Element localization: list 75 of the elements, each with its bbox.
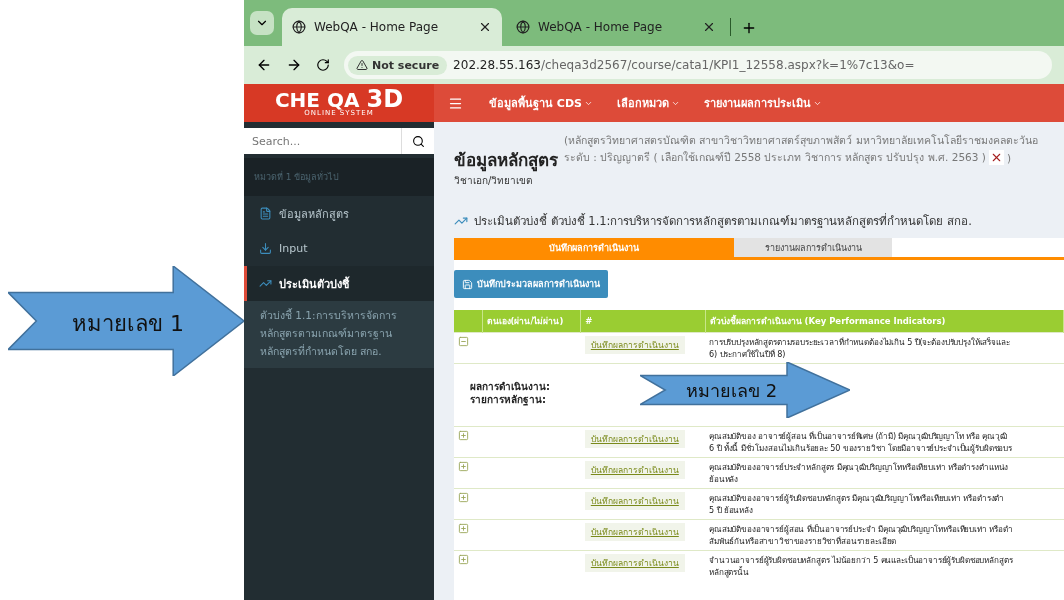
kpi-text: 6 ปี ทั้งนี้ มีชั่วโมงสอนไม่เกินร้อยละ 50 ของรายวิชา โดยมีอาจารย์ประจำเป็นผู้รับผิดชอบร: [709, 441, 1013, 454]
course-level: ระดับ : ปริญญาตรี ( เลือกใช้เกณฑ์ปี 2558 ประเภท วิชาการ หลักสูตร ปรับปรุง พ.ศ. 2563 ): [564, 150, 986, 166]
forward-button[interactable]: [286, 57, 302, 73]
tab-list-button[interactable]: [250, 11, 274, 35]
record-link[interactable]: บันทึกผลการดำเนินงาน: [584, 429, 685, 448]
bracket-text: ): [1006, 151, 1011, 164]
kpi-text: ย้อนหลัง: [709, 473, 740, 485]
section-header: หมวดที่ 1 ข้อมูลทั่วไป: [244, 158, 434, 196]
security-chip[interactable]: Not secure: [348, 55, 448, 75]
reload-icon: [316, 58, 330, 72]
kpi-text: 6) ประกาศใช้ในปีที่ 8): [709, 347, 786, 360]
kpi-text: คุณสมบัติของอาจารย์ผู้สอน ที่เป็นอาจารย์ประจำ มีคุณวุฒิปริญญาโทหรือเทียบเท่า หรือดำ: [709, 522, 1014, 535]
sidebar-item[interactable]: ข้อมูลหลักสูตร: [244, 196, 434, 231]
page-subtitle: วิชาเอก/วิทยาเขต: [454, 174, 534, 188]
record-link[interactable]: บันทึกผลการดำเนินงาน: [584, 491, 685, 510]
back-icon: [256, 57, 272, 73]
plus-icon: [458, 553, 469, 565]
plus-icon: [458, 460, 469, 472]
sidebar-item[interactable]: Input: [244, 231, 434, 266]
column-header: ตนเอง(ผ่าน/ไม่ผ่าน): [482, 310, 581, 332]
new-tab-button[interactable]: [741, 20, 757, 36]
kpi-text: คุณสมบัติของ อาจารย์ผู้สอน ที่เป็นอาจารย์พิเศษ (ถ้ามี) มีคุณวุฒิปริญญาโท หรือ คุณวุฒิ: [709, 429, 1008, 442]
process-button[interactable]: บันทึกประมวลผลการดำเนินงาน: [454, 270, 608, 298]
nav-menu[interactable]: เลือกหมวด: [604, 94, 692, 112]
kpi-text: การปรับปรุงหลักสูตรตามรอบระยะเวลาที่กำหนดต้องไม่เกิน 5 ปี(จะต้องปรับปรุงให้เสร็จและ: [709, 335, 1011, 348]
warning-icon: [356, 59, 368, 71]
chart-icon: [259, 277, 272, 290]
detail-label: รายการหลักฐาน:: [470, 392, 546, 406]
record-link[interactable]: บันทึกผลการดำเนินงาน: [584, 460, 685, 479]
search-button[interactable]: [401, 128, 434, 154]
section-heading: ประเมินตัวบ่งชี้ ตัวบ่งชี้ 1.1:การบริหารจัดการหลักสูตรตามเกณฑ์มาตรฐานหลักสูตรที่กำหนดโดย สกอ.: [474, 212, 972, 230]
page-tab[interactable]: รายงานผลการดำเนินงาน: [734, 238, 892, 257]
page-title: ข้อมูลหลักสูตร: [454, 149, 558, 173]
record-link[interactable]: บันทึกผลการดำเนินงาน: [584, 522, 685, 541]
document-icon: [259, 207, 272, 220]
plus-icon: [741, 20, 757, 36]
plus-icon: [458, 522, 469, 534]
close-icon[interactable]: [478, 20, 492, 34]
plus-icon: [458, 491, 469, 503]
callout-label: หมายเลข 2: [686, 379, 778, 403]
course-info: (หลักสูตรวิทยาศาสตรบัณฑิต สาขาวิชาวิทยาศาสตร์สุขภาพสัตว์ มหาวิทยาลัยเทคโนโลยีราชมงคลตะวันอ: [564, 133, 1038, 149]
page-tab[interactable]: บันทึกผลการดำเนินงาน: [454, 238, 734, 257]
kpi-text: หลักสูตรนั้น: [709, 566, 750, 578]
save-icon: [462, 278, 473, 290]
menu-icon: [448, 95, 463, 111]
column-header: ตัวบ่งชี้ผลการดำเนินงาน (Key Performance Indicators): [705, 310, 1064, 332]
kpi-text: คุณสมบัติของอาจารย์ประจำหลักสูตร มีคุณวุฒิปริญญาโทหรือเทียบเท่า หรือดำรงตำแหน่ง: [709, 460, 1010, 473]
reload-button[interactable]: [316, 58, 330, 72]
address-bar[interactable]: Not secure 202.28.55.163/cheqa3d2567/course/cata1/KPI1_12558.aspx?k=1%7c13&o=: [344, 51, 1052, 79]
browser-tab[interactable]: WebQA - Home Page: [282, 8, 502, 46]
record-link[interactable]: บันทึกผลการดำเนินงาน: [584, 553, 685, 572]
kpi-text: คุณสมบัติของอาจารย์ผู้รับผิดชอบหลักสูตร มีคุณวุฒิปริญญาโทหรือเทียบเท่า หรือดำรงตำ: [709, 491, 1006, 504]
column-header: #: [580, 310, 706, 332]
sidebar-subitem[interactable]: ตัวบ่งชี้ 1.1:การบริหารจัดการหลักสูตรตามเกณฑ์มาตรฐานหลักสูตรที่กำหนดโดย สกอ.: [244, 301, 434, 368]
globe-icon: [516, 20, 530, 34]
back-button[interactable]: [256, 57, 272, 73]
record-link[interactable]: บันทึกผลการดำเนินงาน: [584, 335, 685, 354]
search-icon: [411, 134, 425, 148]
close-icon[interactable]: [702, 20, 716, 34]
kpi-text: สัมพันธ์กันหรือสาขาวิชาของรายวิชาที่สอนรายละเอียด: [709, 534, 898, 547]
nav-menu[interactable]: ข้อมูลพื้นฐาน CDS: [477, 94, 605, 112]
nav-menu[interactable]: รายงานผลการประเมิน: [691, 94, 834, 112]
search-field[interactable]: Search...: [244, 128, 401, 154]
kpi-text: จำนวนอาจารย์ผู้รับผิดชอบหลักสูตร ไม่น้อยกว่า 5 คนและเป็นอาจารย์ผู้รับผิดชอบหลักสูตร: [709, 553, 1014, 566]
kpi-text: 5 ปี ย้อนหลัง: [709, 504, 754, 516]
callout-label: หมายเลข 1: [72, 310, 184, 338]
sidebar-item[interactable]: ประเมินตัวบ่งชี้: [244, 266, 434, 301]
minus-icon: [458, 335, 469, 347]
browser-tab[interactable]: WebQA - Home Page: [506, 8, 726, 46]
download-icon: [259, 242, 272, 255]
detail-label: ผลการดำเนินงาน:: [470, 379, 550, 393]
close-button[interactable]: [988, 150, 1004, 165]
plus-icon: [458, 429, 469, 441]
forward-icon: [286, 57, 302, 73]
globe-icon: [292, 20, 306, 34]
